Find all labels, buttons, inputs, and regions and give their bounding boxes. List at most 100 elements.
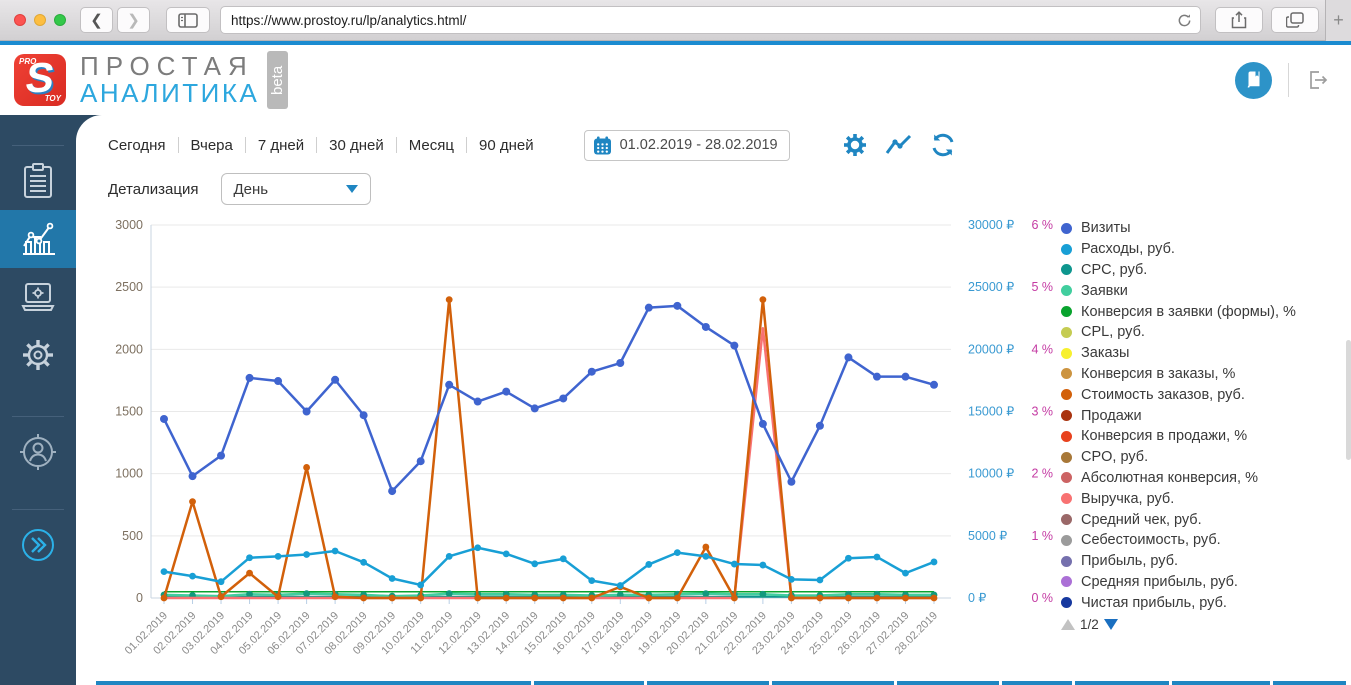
legend-prev-page-button[interactable] <box>1061 619 1075 630</box>
refresh-button[interactable] <box>930 133 956 157</box>
logout-icon <box>1305 68 1329 92</box>
bar-chart-icon <box>19 220 57 258</box>
table-header-segment <box>534 681 644 685</box>
legend-page-indicator: 1/2 <box>1080 617 1099 632</box>
range-tab-1[interactable]: Вчера <box>179 137 245 154</box>
legend-item-9[interactable]: Продажи <box>1061 405 1351 426</box>
legend-label: Чистая прибыль, руб. <box>1081 595 1227 611</box>
svg-text:1 %: 1 % <box>1031 529 1053 543</box>
chevron-down-icon <box>346 185 358 193</box>
table-header-segment <box>1002 681 1072 685</box>
legend-label: CPC, руб. <box>1081 262 1147 278</box>
svg-text:15000 ₽: 15000 ₽ <box>968 405 1014 419</box>
legend-item-16[interactable]: Прибыль, руб. <box>1061 551 1351 572</box>
app-title-line2: АНАЛИТИКА <box>80 80 259 107</box>
range-tab-5[interactable]: 90 дней <box>467 137 546 154</box>
sidebar-divider <box>12 416 64 417</box>
zoom-window-button[interactable] <box>54 14 66 26</box>
sidebar <box>0 115 76 685</box>
new-tab-button[interactable]: + <box>1325 0 1351 41</box>
legend-item-2[interactable]: CPC, руб. <box>1061 260 1351 281</box>
book-icon <box>1244 70 1264 90</box>
legend-item-13[interactable]: Выручка, руб. <box>1061 488 1351 509</box>
legend-item-3[interactable]: Заявки <box>1061 280 1351 301</box>
chart-type-button[interactable] <box>885 133 913 157</box>
legend-label: Средний чек, руб. <box>1081 512 1202 528</box>
legend-item-7[interactable]: Конверсия в заказы, % <box>1061 364 1351 385</box>
sidebar-collapse-button[interactable] <box>0 516 76 574</box>
sidebar-item-orders[interactable] <box>0 152 76 210</box>
reload-icon[interactable] <box>1177 13 1192 28</box>
docs-button[interactable] <box>1235 62 1272 99</box>
url-text[interactable]: https://www.prostoy.ru/lp/analytics.html… <box>231 13 1177 28</box>
legend-dot <box>1061 389 1072 400</box>
chart-settings-button[interactable] <box>842 132 868 158</box>
forward-button[interactable]: ❯ <box>117 7 150 33</box>
legend-next-page-button[interactable] <box>1104 619 1118 630</box>
detail-select[interactable]: День <box>221 173 371 205</box>
logout-button[interactable] <box>1305 68 1329 92</box>
svg-text:2000: 2000 <box>115 342 143 356</box>
person-target-icon <box>17 431 59 473</box>
legend-item-11[interactable]: CPO, руб. <box>1061 447 1351 468</box>
main-content: СегодняВчера7 дней30 днейМесяц90 дней 01… <box>76 115 1351 685</box>
legend-item-5[interactable]: CPL, руб. <box>1061 322 1351 343</box>
legend-label: Заявки <box>1081 283 1128 299</box>
detail-label: Детализация <box>108 181 199 198</box>
legend-item-4[interactable]: Конверсия в заявки (формы), % <box>1061 301 1351 322</box>
range-tab-2[interactable]: 7 дней <box>246 137 316 154</box>
legend-item-18[interactable]: Чистая прибыль, руб. <box>1061 592 1351 613</box>
svg-text:0 %: 0 % <box>1031 591 1053 605</box>
sidebar-item-settings[interactable] <box>0 326 76 384</box>
chrome-actions <box>1215 7 1319 33</box>
close-window-button[interactable] <box>14 14 26 26</box>
url-bar[interactable]: https://www.prostoy.ru/lp/analytics.html… <box>220 6 1201 34</box>
legend-item-6[interactable]: Заказы <box>1061 343 1351 364</box>
svg-text:3000: 3000 <box>115 218 143 232</box>
share-button[interactable] <box>1215 7 1263 33</box>
svg-text:2500: 2500 <box>115 280 143 294</box>
svg-text:20000 ₽: 20000 ₽ <box>968 342 1014 356</box>
browser-chrome: ❮ ❯ https://www.prostoy.ru/lp/analytics.… <box>0 0 1351 41</box>
window-controls <box>14 14 66 26</box>
legend-item-1[interactable]: Расходы, руб. <box>1061 239 1351 260</box>
legend-label: Абсолютная конверсия, % <box>1081 470 1258 486</box>
svg-text:2 %: 2 % <box>1031 467 1053 481</box>
svg-text:30000 ₽: 30000 ₽ <box>968 218 1014 232</box>
double-chevron-right-icon <box>19 526 57 564</box>
legend-item-8[interactable]: Стоимость заказов, руб. <box>1061 384 1351 405</box>
app-title-line1: ПРОСТАЯ <box>80 53 259 80</box>
tab-overview-button[interactable] <box>1271 7 1319 33</box>
date-range-picker[interactable]: 01.02.2019 - 28.02.2019 <box>584 130 790 161</box>
date-range-value: 01.02.2019 - 28.02.2019 <box>620 137 778 153</box>
legend-label: Расходы, руб. <box>1081 241 1175 257</box>
svg-text:10000 ₽: 10000 ₽ <box>968 467 1014 481</box>
legend-item-17[interactable]: Средняя прибыль, руб. <box>1061 572 1351 593</box>
svg-text:0 ₽: 0 ₽ <box>968 591 986 605</box>
table-header-segment <box>96 681 531 685</box>
sidebar-item-integrations[interactable] <box>0 268 76 326</box>
legend-item-10[interactable]: Конверсия в продажи, % <box>1061 426 1351 447</box>
range-tab-3[interactable]: 30 дней <box>317 137 396 154</box>
minimize-window-button[interactable] <box>34 14 46 26</box>
detail-select-value: День <box>234 181 269 198</box>
legend-label: Стоимость заказов, руб. <box>1081 387 1245 403</box>
legend-item-15[interactable]: Себестоимость, руб. <box>1061 530 1351 551</box>
analytics-line-chart[interactable]: 00 ₽0 %5005000 ₽1 %100010000 ₽2 %1500150… <box>96 210 1058 662</box>
prostoy-logo[interactable]: PRO S TOY <box>14 54 66 106</box>
legend-scrollbar[interactable] <box>1346 340 1351 460</box>
legend-item-14[interactable]: Средний чек, руб. <box>1061 509 1351 530</box>
legend-dot <box>1061 597 1072 608</box>
sidebar-toggle-button[interactable] <box>166 7 210 33</box>
table-header-segment <box>1075 681 1169 685</box>
sidebar-item-support[interactable] <box>0 423 76 481</box>
legend-item-12[interactable]: Абсолютная конверсия, % <box>1061 468 1351 489</box>
legend-item-0[interactable]: Визиты <box>1061 218 1351 239</box>
sidebar-divider <box>12 509 64 510</box>
legend-dot <box>1061 244 1072 255</box>
sidebar-item-analytics[interactable] <box>0 210 76 268</box>
range-tab-0[interactable]: Сегодня <box>96 137 178 154</box>
gear-icon <box>842 132 868 158</box>
range-tab-4[interactable]: Месяц <box>397 137 466 154</box>
back-button[interactable]: ❮ <box>80 7 113 33</box>
